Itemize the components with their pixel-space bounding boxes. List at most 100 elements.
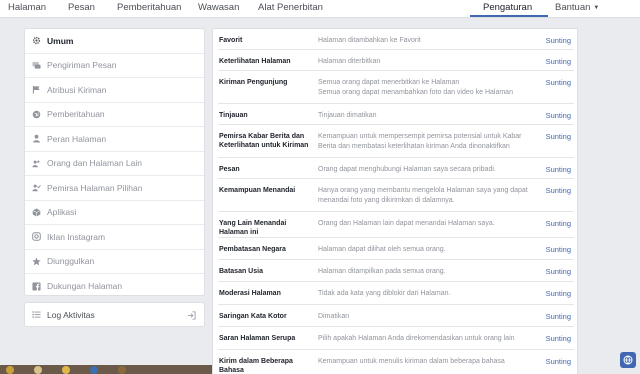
setting-value: Tidak ada kata yang diblokir dari Halama…: [318, 290, 451, 297]
facebook-icon: [32, 282, 41, 291]
setting-value: Orang dan Halaman lain dapat menandai Ha…: [318, 220, 495, 227]
general-settings-panel: Favorit Halaman ditambahkan ke Favorit S…: [212, 28, 578, 374]
sidebar-item-label: Diunggulkan: [47, 256, 95, 267]
setting-value: Pilih apakah Halaman Anda direkomendasik…: [318, 335, 515, 342]
setting-value: Halaman ditambahkan ke Favorit: [318, 37, 421, 44]
sidebar-item-label: Aplikasi: [47, 207, 77, 218]
tab-wawasan[interactable]: Wawasan: [198, 2, 239, 13]
tab-alat-penerbitan[interactable]: Alat Penerbitan: [258, 2, 323, 13]
people-icon: [32, 159, 41, 168]
setting-value: Halaman dapat dilihat oleh semua orang.: [318, 246, 446, 253]
app-icon[interactable]: [118, 366, 126, 374]
settings-row[interactable]: Kemampuan Menandai Hanya orang yang memb…: [218, 179, 574, 212]
settings-row[interactable]: Pesan Orang dapat menghubungi Halaman sa…: [218, 158, 574, 179]
sidebar-item-iklan-instagram[interactable]: Iklan Instagram: [25, 225, 204, 250]
sidebar-item-label: Atribusi Kiriman: [47, 84, 107, 95]
edit-link[interactable]: Sunting: [546, 357, 571, 366]
sidebar-item-pengiriman-pesan[interactable]: Pengiriman Pesan: [25, 54, 204, 78]
sidebar-item-label: Dukungan Halaman: [47, 281, 123, 292]
setting-value: Hanya orang yang membantu mengelola Hala…: [318, 187, 528, 204]
setting-value: Orang dapat menghubungi Halaman saya sec…: [318, 166, 496, 173]
sidebar-item-label: Iklan Instagram: [47, 231, 106, 242]
caret-down-icon: ▼: [593, 5, 600, 11]
globe-icon[interactable]: [620, 352, 636, 368]
settings-row[interactable]: Saringan Kata Kotor Dimatikan Sunting: [218, 305, 574, 327]
settings-row[interactable]: Tinjauan Tinjauan dimatikan Sunting: [218, 104, 574, 125]
cube-icon: [32, 208, 41, 217]
settings-row[interactable]: Keterlihatan Halaman Halaman diterbitkan…: [218, 50, 574, 71]
sidebar-item-orang-halaman-lain[interactable]: Orang dan Halaman Lain: [25, 152, 204, 176]
edit-link[interactable]: Sunting: [546, 111, 571, 120]
edit-link[interactable]: Sunting: [546, 36, 571, 45]
setting-value: Dimatikan: [318, 313, 350, 320]
edit-link[interactable]: Sunting: [546, 245, 571, 254]
sidebar-item-label: Pengiriman Pesan: [47, 60, 117, 71]
tab-halaman[interactable]: Halaman: [8, 2, 46, 13]
star-icon: [32, 257, 41, 266]
setting-value: Halaman ditampilkan pada semua orang.: [318, 268, 446, 275]
sidebar-item-label: Pemirsa Halaman Pilihan: [47, 182, 143, 193]
settings-row[interactable]: Pembatasan Negara Halaman dapat dilihat …: [218, 238, 574, 260]
sidebar-item-atribusi-kiriman[interactable]: Atribusi Kiriman: [25, 78, 204, 103]
settings-sidebar: Umum Pengiriman Pesan Atribusi Kiriman P…: [24, 28, 205, 296]
setting-label: Yang Lain Menandai Halaman ini: [219, 220, 287, 236]
exit-icon: [187, 311, 196, 320]
flag-icon: [32, 85, 41, 94]
help-menu[interactable]: Bantuan ▼: [555, 2, 599, 13]
sidebar-item-pemberitahuan[interactable]: Pemberitahuan: [25, 103, 204, 127]
setting-value: Kemampuan untuk mempersempit pemirsa pot…: [318, 133, 522, 150]
edit-link[interactable]: Sunting: [546, 267, 571, 276]
app-icon[interactable]: [6, 366, 14, 374]
setting-label: Pemirsa Kabar Berita dan Keterlihatan un…: [219, 133, 309, 149]
sidebar-item-peran-halaman[interactable]: Peran Halaman: [25, 127, 204, 152]
setting-label: Tinjauan: [219, 112, 248, 119]
taskbar-strip: [0, 365, 212, 374]
edit-link[interactable]: Sunting: [546, 186, 571, 195]
sidebar-item-pemirsa-pilihan[interactable]: Pemirsa Halaman Pilihan: [25, 176, 204, 201]
settings-row[interactable]: Kirim dalam Beberapa Bahasa Kemampuan un…: [218, 350, 574, 374]
sidebar-item-label: Pemberitahuan: [47, 109, 105, 120]
sidebar-item-label: Peran Halaman: [47, 133, 107, 144]
sidebar-item-diunggulkan[interactable]: Diunggulkan: [25, 250, 204, 274]
globe-icon: [32, 110, 41, 119]
tab-pengaturan[interactable]: Pengaturan: [483, 2, 532, 13]
app-icon[interactable]: [34, 366, 42, 374]
settings-row[interactable]: Batasan Usia Halaman ditampilkan pada se…: [218, 260, 574, 282]
app-icon[interactable]: [62, 366, 70, 374]
sidebar-item-umum[interactable]: Umum: [25, 29, 204, 54]
settings-row[interactable]: Moderasi Halaman Tidak ada kata yang dib…: [218, 282, 574, 305]
settings-row[interactable]: Pemirsa Kabar Berita dan Keterlihatan un…: [218, 125, 574, 158]
edit-link[interactable]: Sunting: [546, 78, 571, 87]
setting-label: Favorit: [219, 37, 243, 44]
tab-pesan[interactable]: Pesan: [68, 2, 95, 13]
setting-label: Kirim dalam Beberapa Bahasa: [219, 358, 293, 374]
gear-icon: [32, 36, 41, 45]
list-icon: [32, 310, 41, 319]
settings-row[interactable]: Saran Halaman Serupa Pilih apakah Halama…: [218, 327, 574, 350]
edit-link[interactable]: Sunting: [546, 312, 571, 321]
sidebar-item-aplikasi[interactable]: Aplikasi: [25, 201, 204, 225]
settings-row[interactable]: Kiriman Pengunjung Semua orang dapat men…: [218, 71, 574, 104]
settings-row[interactable]: Yang Lain Menandai Halaman ini Orang dan…: [218, 212, 574, 238]
setting-label: Pesan: [219, 166, 240, 173]
help-label: Bantuan: [555, 2, 591, 13]
edit-link[interactable]: Sunting: [546, 57, 571, 66]
chat-icon: [32, 61, 41, 70]
setting-label: Batasan Usia: [219, 268, 263, 275]
edit-link[interactable]: Sunting: [546, 289, 571, 298]
tab-pemberitahuan[interactable]: Pemberitahuan: [117, 2, 181, 13]
setting-label: Saringan Kata Kotor: [219, 313, 287, 320]
edit-link[interactable]: Sunting: [546, 165, 571, 174]
activity-log-button[interactable]: Log Aktivitas: [24, 302, 205, 327]
edit-link[interactable]: Sunting: [546, 334, 571, 343]
settings-row[interactable]: Favorit Halaman ditambahkan ke Favorit S…: [218, 29, 574, 50]
setting-label: Kemampuan Menandai: [219, 187, 296, 194]
sidebar-item-dukungan-halaman[interactable]: Dukungan Halaman: [25, 274, 204, 299]
activity-log-label: Log Aktivitas: [47, 309, 95, 320]
app-icon[interactable]: [90, 366, 98, 374]
setting-label: Keterlihatan Halaman: [219, 58, 291, 65]
edit-link[interactable]: Sunting: [546, 219, 571, 228]
setting-label: Saran Halaman Serupa: [219, 335, 296, 342]
active-tab-indicator: [470, 15, 548, 17]
edit-link[interactable]: Sunting: [546, 132, 571, 141]
